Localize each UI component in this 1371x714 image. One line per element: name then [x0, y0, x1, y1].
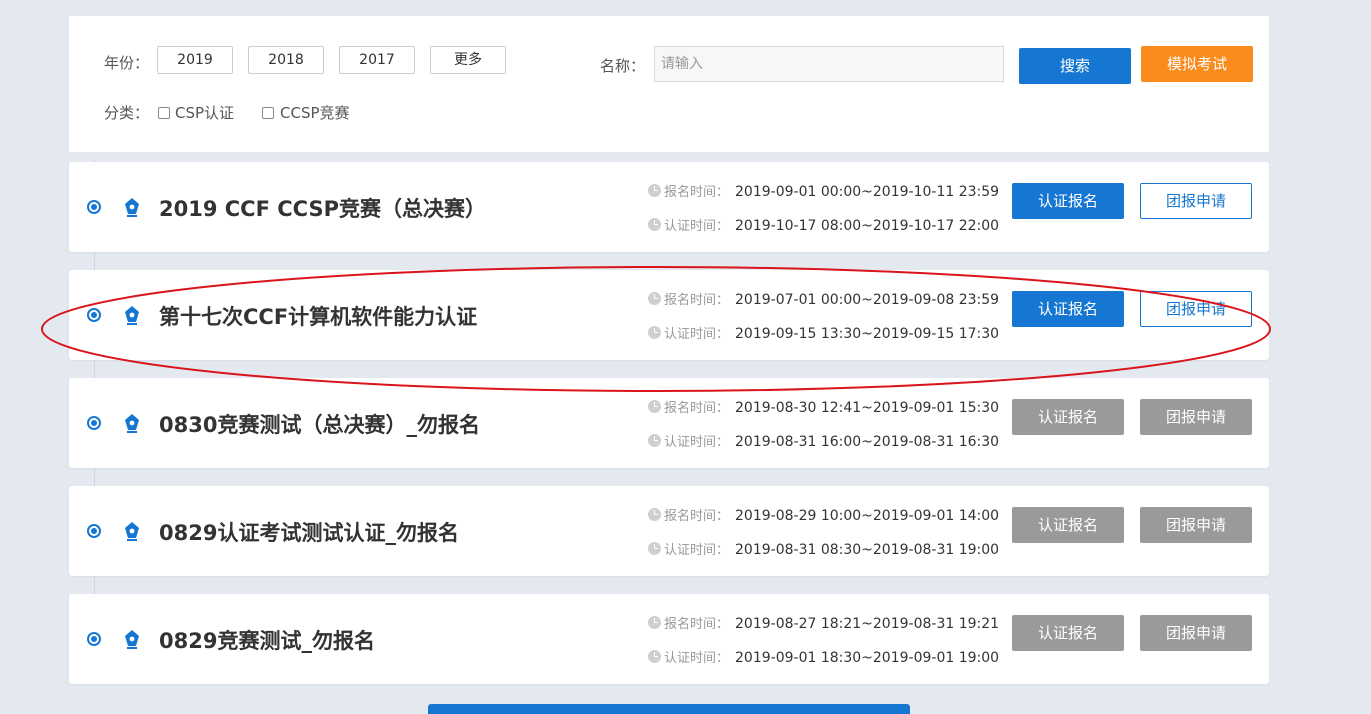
- load-more-button[interactable]: [428, 704, 910, 714]
- register-time-row: 报名时间： 2019-08-30 12:41~2019-09-01 15:30: [648, 397, 999, 417]
- category-csp-label: CSP认证: [175, 104, 235, 122]
- name-label: 名称：: [600, 57, 646, 75]
- exam-time-value: 2019-08-31 08:30~2019-08-31 19:00: [735, 542, 1000, 558]
- register-button[interactable]: 认证报名: [1012, 507, 1124, 543]
- register-time-row: 报名时间： 2019-08-29 10:00~2019-09-01 14:00: [648, 505, 999, 525]
- event-title: 0829认证考试测试认证_勿报名: [159, 521, 459, 545]
- category-label: 分类：: [104, 104, 150, 122]
- timeline-dot-icon: [87, 524, 101, 538]
- event-card: 0829竞赛测试_勿报名 报名时间： 2019-08-27 18:21~2019-…: [69, 594, 1269, 684]
- event-card: 2019 CCF CCSP竞赛（总决赛） 报名时间： 2019-09-01 00:…: [69, 162, 1269, 252]
- group-apply-button[interactable]: 团报申请: [1140, 615, 1252, 651]
- category-ccsp-label: CCSP竞赛: [280, 104, 350, 122]
- exam-time-value: 2019-09-15 13:30~2019-09-15 17:30: [735, 326, 1000, 342]
- clock-icon: [648, 400, 661, 413]
- year-label: 年份：: [104, 54, 150, 72]
- clock-icon: [648, 650, 661, 663]
- clock-icon: [648, 326, 661, 339]
- group-apply-button[interactable]: 团报申请: [1140, 291, 1252, 327]
- exam-time-value: 2019-08-31 16:00~2019-08-31 16:30: [735, 434, 1000, 450]
- clock-icon: [648, 542, 661, 555]
- register-time-row: 报名时间： 2019-08-27 18:21~2019-08-31 19:21: [648, 613, 999, 633]
- timeline-dot-icon: [87, 632, 101, 646]
- timeline-dot-icon: [87, 308, 101, 322]
- register-time-value: 2019-09-01 00:00~2019-10-11 23:59: [735, 184, 1000, 200]
- event-card: 0830竞赛测试（总决赛）_勿报名 报名时间： 2019-08-30 12:41~…: [69, 378, 1269, 468]
- register-button[interactable]: 认证报名: [1012, 615, 1124, 651]
- exam-time-row: 认证时间： 2019-08-31 16:00~2019-08-31 16:30: [648, 431, 999, 451]
- group-apply-button[interactable]: 团报申请: [1140, 399, 1252, 435]
- register-time-value: 2019-07-01 00:00~2019-09-08 23:59: [735, 292, 1000, 308]
- register-time-value: 2019-08-30 12:41~2019-09-01 15:30: [735, 400, 1000, 416]
- exam-time-value: 2019-10-17 08:00~2019-10-17 22:00: [735, 218, 1000, 234]
- year-2017-button[interactable]: 2017: [339, 46, 415, 74]
- exam-time-row: 认证时间： 2019-08-31 08:30~2019-08-31 19:00: [648, 539, 999, 559]
- group-apply-button[interactable]: 团报申请: [1140, 183, 1252, 219]
- mock-exam-button[interactable]: 模拟考试: [1141, 46, 1253, 82]
- event-title: 0830竞赛测试（总决赛）_勿报名: [159, 413, 480, 437]
- clock-icon: [648, 292, 661, 305]
- category-ccsp-checkbox[interactable]: [262, 107, 274, 119]
- pen-icon: [125, 198, 139, 217]
- clock-icon: [648, 616, 661, 629]
- year-2018-button[interactable]: 2018: [248, 46, 324, 74]
- register-button[interactable]: 认证报名: [1012, 291, 1124, 327]
- event-title: 第十七次CCF计算机软件能力认证: [159, 305, 478, 329]
- event-card: 0829认证考试测试认证_勿报名 报名时间： 2019-08-29 10:00~2…: [69, 486, 1269, 576]
- year-more-button[interactable]: 更多: [430, 46, 506, 74]
- category-csp-checkbox[interactable]: [158, 107, 170, 119]
- exam-time-row: 认证时间： 2019-09-15 13:30~2019-09-15 17:30: [648, 323, 999, 343]
- clock-icon: [648, 434, 661, 447]
- exam-time-value: 2019-09-01 18:30~2019-09-01 19:00: [735, 650, 1000, 666]
- pen-icon: [125, 306, 139, 325]
- register-time-value: 2019-08-27 18:21~2019-08-31 19:21: [735, 616, 1000, 632]
- filter-panel: 年份： 2019 2018 2017 更多 名称： 搜索 模拟考试 分类： CS…: [69, 16, 1269, 152]
- register-time-row: 报名时间： 2019-09-01 00:00~2019-10-11 23:59: [648, 181, 999, 201]
- register-button[interactable]: 认证报名: [1012, 399, 1124, 435]
- timeline-dot-icon: [87, 416, 101, 430]
- event-card: 第十七次CCF计算机软件能力认证 报名时间： 2019-07-01 00:00~2…: [69, 270, 1269, 360]
- register-time-value: 2019-08-29 10:00~2019-09-01 14:00: [735, 508, 1000, 524]
- event-title: 0829竞赛测试_勿报名: [159, 629, 375, 653]
- search-button[interactable]: 搜索: [1019, 48, 1131, 84]
- year-2019-button[interactable]: 2019: [157, 46, 233, 74]
- clock-icon: [648, 508, 661, 521]
- group-apply-button[interactable]: 团报申请: [1140, 507, 1252, 543]
- clock-icon: [648, 218, 661, 231]
- register-time-row: 报名时间： 2019-07-01 00:00~2019-09-08 23:59: [648, 289, 999, 309]
- exam-time-row: 认证时间： 2019-10-17 08:00~2019-10-17 22:00: [648, 215, 999, 235]
- clock-icon: [648, 184, 661, 197]
- timeline-dot-icon: [87, 200, 101, 214]
- register-button[interactable]: 认证报名: [1012, 183, 1124, 219]
- pen-icon: [125, 414, 139, 433]
- exam-time-row: 认证时间： 2019-09-01 18:30~2019-09-01 19:00: [648, 647, 999, 667]
- pen-icon: [125, 522, 139, 541]
- pen-icon: [125, 630, 139, 649]
- event-title: 2019 CCF CCSP竞赛（总决赛）: [159, 197, 486, 221]
- name-search-input[interactable]: [654, 46, 1004, 82]
